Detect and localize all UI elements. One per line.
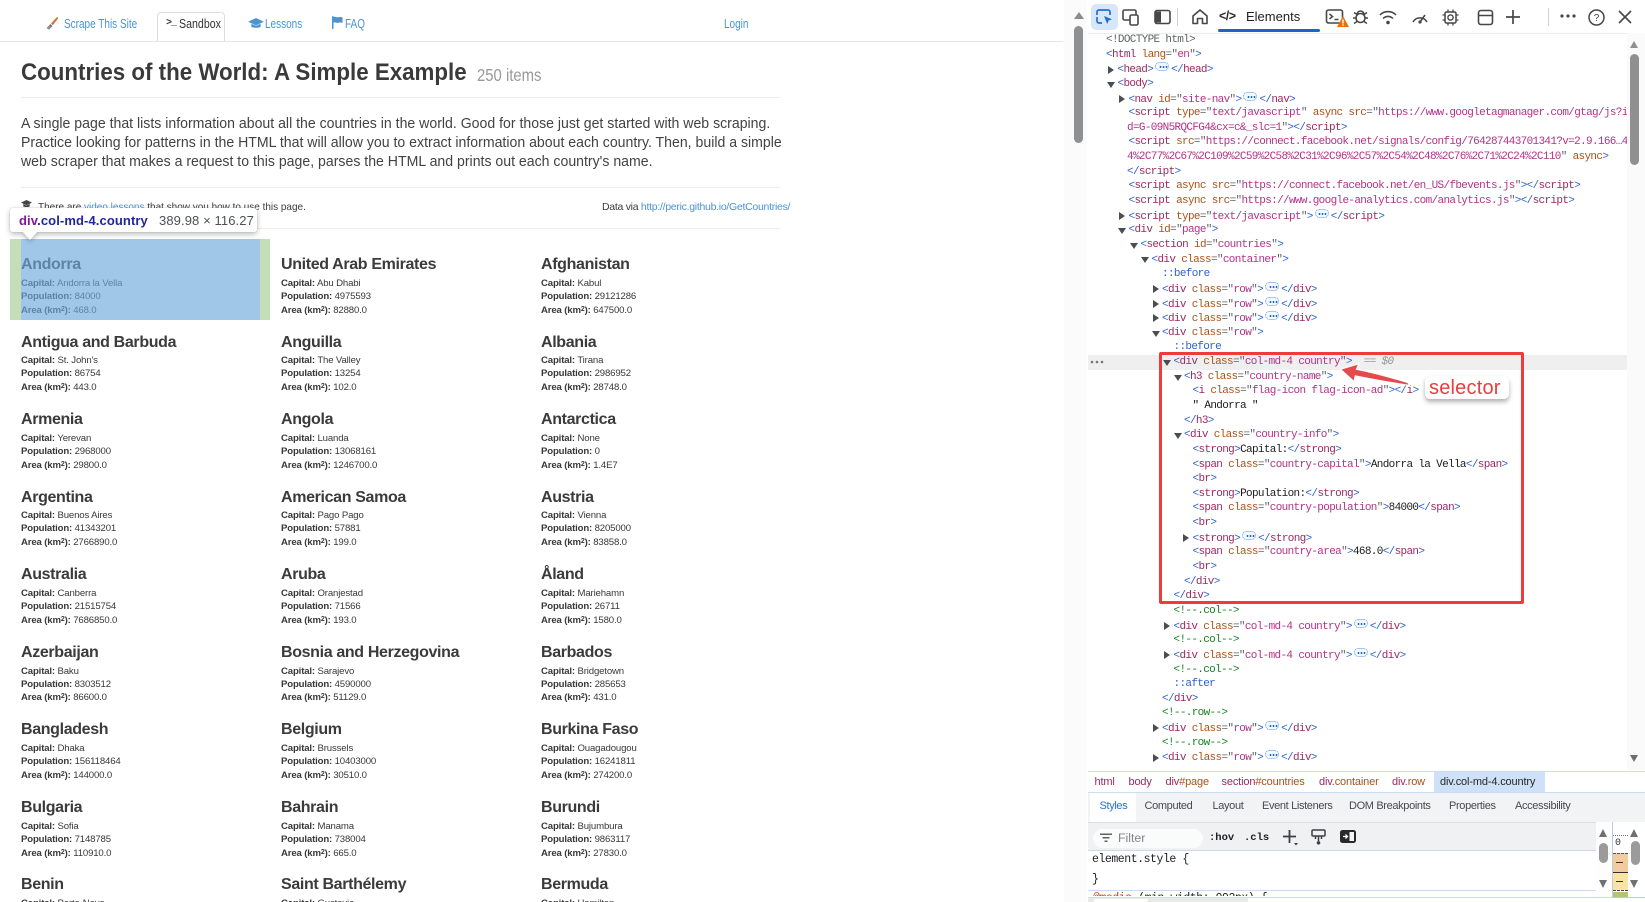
svg-text:?: ?	[1594, 13, 1600, 24]
